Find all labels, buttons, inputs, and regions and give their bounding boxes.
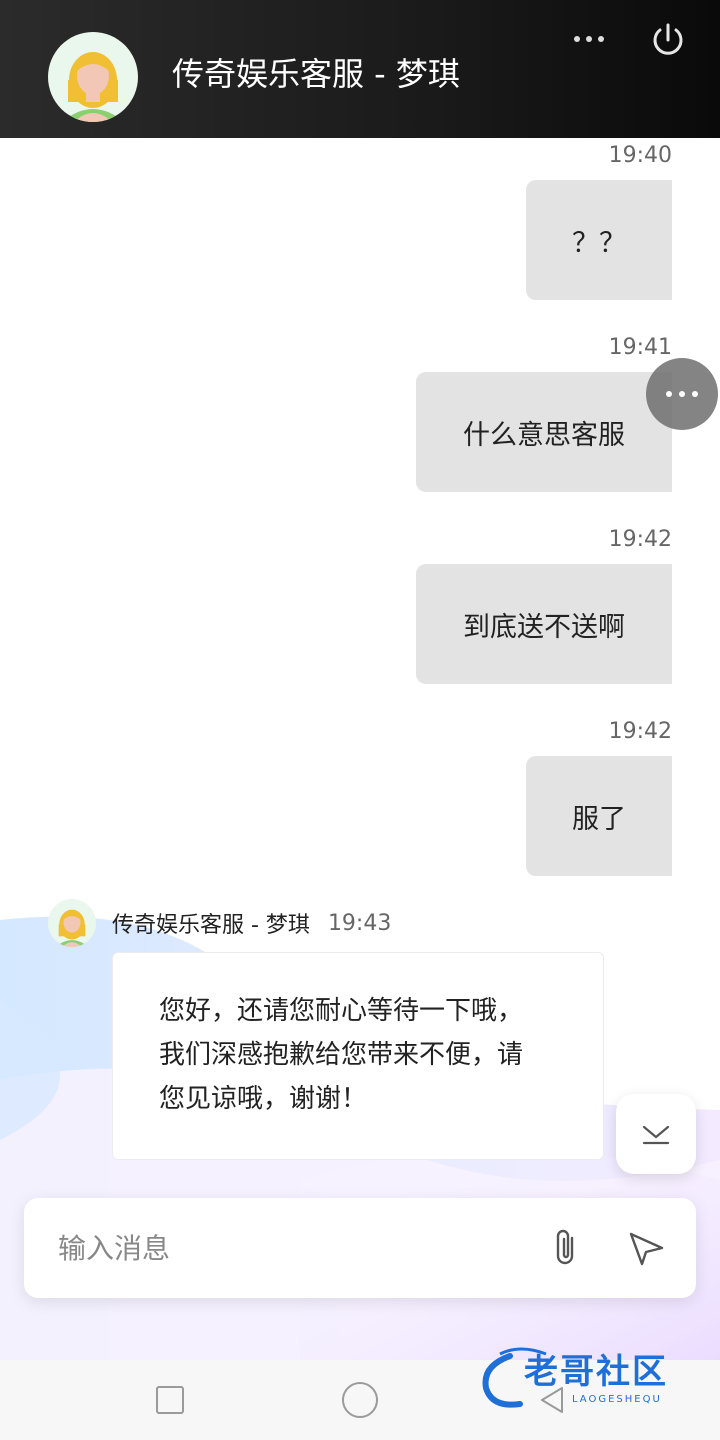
watermark-text: 老哥社区 xyxy=(524,1352,668,1392)
agent-avatar[interactable] xyxy=(48,32,138,122)
message-timestamp: 19:43 xyxy=(327,910,392,936)
paperclip-icon[interactable] xyxy=(548,1226,584,1270)
chat-header: 传奇娱乐客服 - 梦琪 xyxy=(0,0,720,138)
message-input[interactable] xyxy=(58,1228,478,1268)
message-composer xyxy=(24,1198,696,1298)
chevron-down-icon xyxy=(642,1125,670,1145)
message-timestamp: 19:42 xyxy=(608,719,672,744)
outgoing-message-bubble[interactable]: 服了 xyxy=(526,756,672,876)
message-line: 您见谅哦，谢谢！ xyxy=(159,1084,368,1114)
watermark-logo: 老哥社区 LAOGESHEQU xyxy=(480,1344,710,1414)
more-horizontal-icon[interactable] xyxy=(566,22,612,56)
message-timestamp: 19:40 xyxy=(608,143,672,168)
incoming-message-bubble[interactable]: 您好，还请您耐心等待一下哦， 我们深感抱歉给您带来不便，请 您见谅哦，谢谢！ xyxy=(112,952,604,1160)
sender-name: 传奇娱乐客服 - 梦琪 xyxy=(112,913,310,938)
incoming-message-header: 传奇娱乐客服 - 梦琪 19:43 xyxy=(48,898,391,948)
message-timestamp: 19:41 xyxy=(608,335,672,360)
outgoing-message-bubble[interactable]: 什么意思客服 xyxy=(416,372,672,492)
home-icon[interactable] xyxy=(342,1382,378,1418)
scroll-to-bottom-button[interactable] xyxy=(616,1094,696,1174)
message-timestamp: 19:42 xyxy=(608,527,672,552)
message-line: 我们深感抱歉给您带来不便，请 xyxy=(159,1040,524,1070)
outgoing-message-bubble[interactable]: ？？ xyxy=(526,180,672,300)
power-icon[interactable] xyxy=(648,20,688,60)
agent-avatar[interactable] xyxy=(48,899,96,947)
chat-title: 传奇娱乐客服 - 梦琪 xyxy=(172,55,460,93)
outgoing-message-bubble[interactable]: 到底送不送啊 xyxy=(416,564,672,684)
floating-more-button[interactable] xyxy=(646,358,718,430)
message-line: 您好，还请您耐心等待一下哦， xyxy=(159,996,524,1026)
send-icon[interactable] xyxy=(626,1228,666,1268)
recent-apps-icon[interactable] xyxy=(156,1386,184,1414)
watermark-subtext: LAOGESHEQU xyxy=(572,1394,662,1405)
